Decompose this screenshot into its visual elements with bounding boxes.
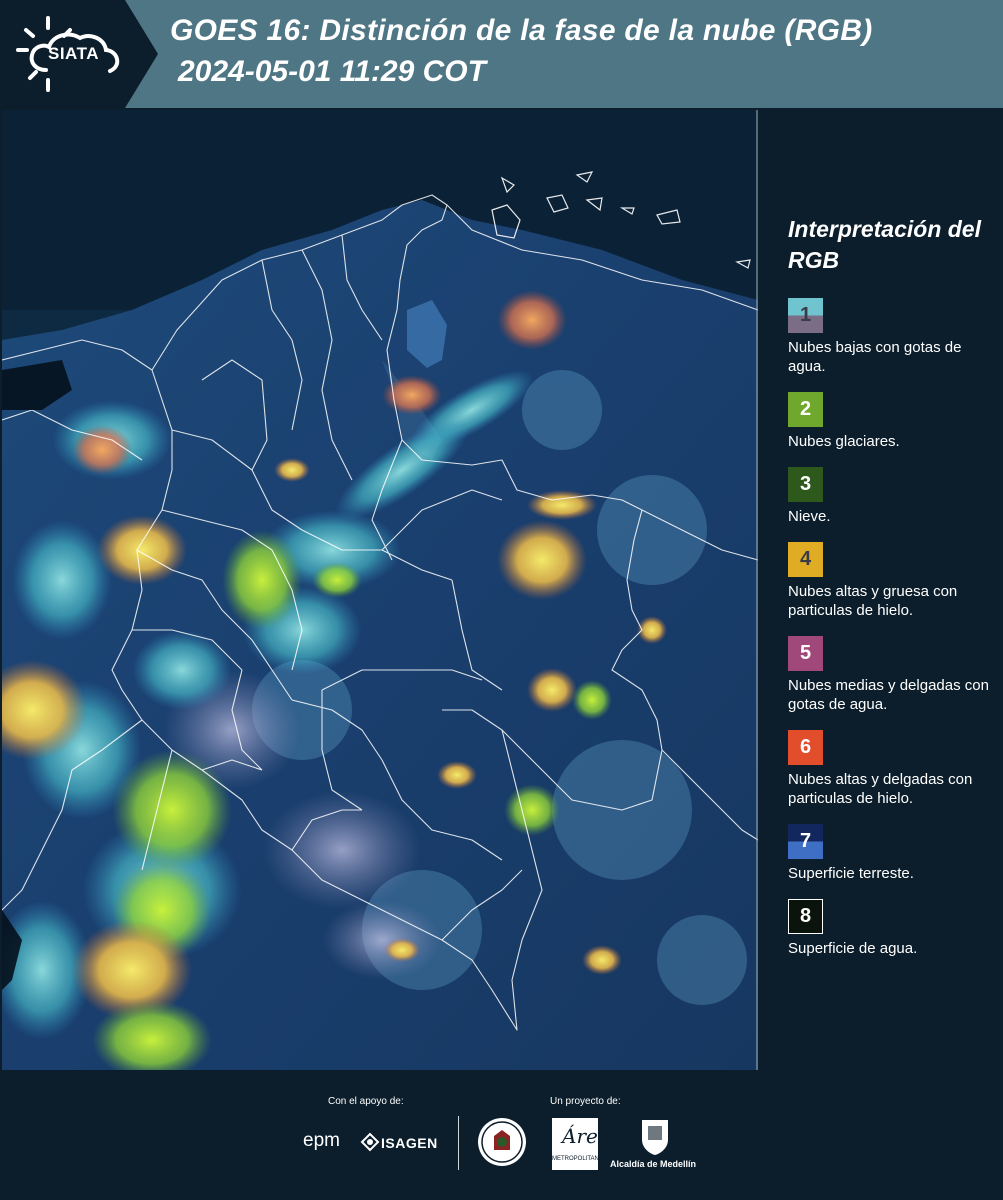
- legend-title: Interpretación del RGB: [788, 216, 981, 273]
- page-title: GOES 16: Distinción de la fase de la nub…: [170, 14, 873, 47]
- legend-number: 7: [799, 830, 812, 852]
- alcaldia-logo-text: Alcaldía de Medellín: [610, 1159, 697, 1169]
- legend: Interpretación del RGB 1 Nubes bajas con …: [788, 214, 998, 974]
- legend-label: Nubes altas y delgadas con particulas de…: [788, 771, 973, 807]
- legend-number: 2: [799, 398, 812, 420]
- legend-item-2: 2 Nubes glaciares.: [788, 392, 998, 451]
- legend-item-8: 8 Superficie de agua.: [788, 899, 998, 958]
- legend-item-6: 6 Nubes altas y delgadas con particulas d…: [788, 730, 998, 808]
- area-logo-text: Área: [562, 1124, 610, 1148]
- isagen-logo: ISAGEN: [381, 1135, 438, 1151]
- satellite-map[interactable]: [2, 110, 758, 1070]
- legend-swatch: 7: [788, 824, 823, 859]
- legend-number: 3: [799, 473, 812, 495]
- isagen-logo-icon: [360, 1132, 380, 1152]
- legend-number: 1: [799, 304, 812, 326]
- legend-label: Nubes altas y gruesa con particulas de h…: [788, 583, 958, 619]
- legend-swatch: 6: [788, 730, 823, 765]
- legend-label: Superficie terreste.: [788, 865, 914, 882]
- project-label: Un proyecto de:: [550, 1096, 621, 1107]
- footer: Con el apoyo de: Un proyecto de: epm ISA…: [0, 1072, 1003, 1200]
- siata-logo-text: SIATA: [48, 44, 99, 63]
- legend-item-5: 5 Nubes medias y delgadas con gotas de ag…: [788, 636, 998, 714]
- legend-item-4: 4 Nubes altas y gruesa con particulas de …: [788, 542, 998, 620]
- footer-divider: [458, 1116, 459, 1170]
- metro-logo-text: METROPOLITANA: [552, 1156, 603, 1162]
- page-timestamp: 2024-05-01 11:29 COT: [178, 55, 486, 88]
- legend-swatch: 5: [788, 636, 823, 671]
- epm-logo: epm: [303, 1130, 340, 1151]
- legend-item-7: 7 Superficie terreste.: [788, 824, 998, 883]
- support-label: Con el apoyo de:: [328, 1096, 404, 1107]
- university-seal-icon: [478, 1118, 526, 1166]
- legend-label: Nubes glaciares.: [788, 433, 900, 450]
- legend-number: 8: [799, 905, 812, 927]
- legend-item-3: 3 Nieve.: [788, 467, 998, 526]
- legend-item-1: 1 Nubes bajas con gotas de agua.: [788, 298, 998, 376]
- legend-swatch: 1: [788, 298, 823, 333]
- legend-number: 4: [799, 548, 812, 570]
- legend-swatch: 8: [788, 899, 823, 934]
- legend-label: Superficie de agua.: [788, 940, 918, 957]
- header-bar: SIATA GOES 16: Distinción de la fase de …: [0, 0, 1003, 108]
- legend-swatch: 2: [788, 392, 823, 427]
- legend-number: 5: [799, 642, 812, 664]
- legend-swatch: 4: [788, 542, 823, 577]
- legend-number: 6: [799, 736, 812, 758]
- medellin-shield-icon: [642, 1120, 668, 1155]
- legend-label: Nubes medias y delgadas con gotas de agu…: [788, 677, 989, 713]
- legend-swatch: 3: [788, 467, 823, 502]
- legend-label: Nieve.: [788, 508, 831, 525]
- legend-label: Nubes bajas con gotas de agua.: [788, 339, 962, 375]
- legend-items: 1 Nubes bajas con gotas de agua. 2 Nubes gl…: [788, 298, 998, 958]
